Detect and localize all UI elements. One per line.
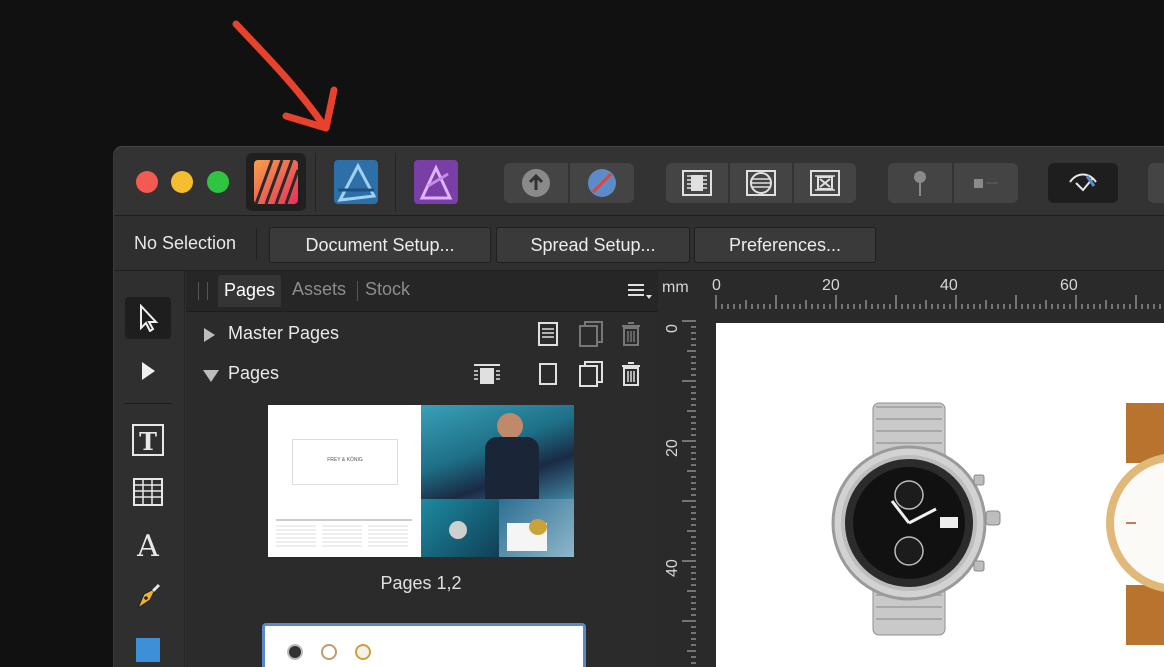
toggle-button[interactable] bbox=[954, 163, 1018, 203]
svg-text:A: A bbox=[136, 529, 159, 560]
table-icon bbox=[133, 478, 163, 506]
brand-text: FREY & KÖNIG bbox=[327, 457, 363, 463]
move-arrow-icon bbox=[140, 304, 159, 332]
hruler-label-0: 0 bbox=[712, 277, 721, 294]
text-frame-icon: T bbox=[132, 424, 164, 456]
designer-logo-icon bbox=[334, 160, 378, 204]
node-arrow-icon bbox=[142, 362, 155, 380]
annotation-arrow bbox=[232, 20, 338, 132]
silver-watch-image bbox=[831, 402, 1001, 636]
svg-text:T: T bbox=[139, 427, 157, 456]
share-upload-button[interactable] bbox=[504, 163, 568, 203]
close-window-button[interactable] bbox=[136, 171, 158, 193]
panel-tab-bar: Pages Assets Stock bbox=[186, 271, 658, 312]
circle-lines-icon bbox=[746, 170, 776, 196]
expand-triangle-icon[interactable] bbox=[202, 327, 216, 343]
tab-pages[interactable]: Pages bbox=[218, 275, 282, 307]
vertical-ruler bbox=[658, 309, 696, 667]
panel-grip-handle[interactable] bbox=[198, 282, 208, 300]
pen-nib-icon bbox=[136, 584, 160, 610]
publisher-logo-icon bbox=[254, 160, 298, 204]
clip-view-button[interactable] bbox=[730, 163, 792, 203]
duplicate-master-icon[interactable] bbox=[578, 321, 604, 347]
insert-pages-icon[interactable] bbox=[472, 361, 502, 387]
pages-panel: Pages Assets Stock Master Pages Pages FR… bbox=[186, 271, 658, 667]
preview-mode-button[interactable] bbox=[1048, 163, 1118, 203]
vruler-label-0: 0 bbox=[664, 324, 681, 333]
preview-icon bbox=[1069, 173, 1097, 192]
master-pages-section[interactable]: Master Pages bbox=[186, 317, 658, 351]
pin-icon bbox=[914, 171, 926, 196]
page-2-photo-bottom-left bbox=[421, 499, 499, 557]
disabled-flower-button[interactable] bbox=[570, 163, 634, 203]
page-view-button[interactable] bbox=[666, 163, 728, 203]
frame-x-icon bbox=[810, 170, 840, 196]
spread-caption: Pages 1,2 bbox=[380, 573, 462, 593]
toggle-icon bbox=[974, 179, 998, 188]
add-page-icon[interactable] bbox=[536, 361, 560, 387]
publisher-persona-button[interactable] bbox=[246, 153, 306, 211]
master-pages-label: Master Pages bbox=[228, 323, 340, 343]
rectangle-tool[interactable] bbox=[125, 627, 171, 667]
flower-disabled-icon bbox=[588, 169, 616, 197]
insert-master-icon[interactable] bbox=[536, 321, 560, 347]
designer-persona-button[interactable] bbox=[326, 153, 386, 211]
tools-panel: T A bbox=[114, 271, 185, 667]
frame-text-tool[interactable]: T bbox=[125, 419, 171, 461]
node-tool[interactable] bbox=[125, 351, 171, 393]
frame-view-button[interactable] bbox=[794, 163, 856, 203]
spread-setup-button[interactable]: Spread Setup... bbox=[496, 227, 690, 263]
gold-watch-image bbox=[1106, 403, 1164, 645]
zoom-window-button[interactable] bbox=[207, 171, 229, 193]
pages-section[interactable]: Pages bbox=[186, 357, 658, 391]
spread-thumbnail-pages-1-2[interactable]: FREY & KÖNIG bbox=[268, 405, 574, 557]
app-window: No Selection Document Setup... Spread Se… bbox=[113, 146, 1164, 667]
flower-up-icon bbox=[522, 169, 550, 197]
minimize-window-button[interactable] bbox=[171, 171, 193, 193]
selection-status: No Selection bbox=[134, 233, 237, 253]
watch-thumbnail-icons bbox=[287, 644, 371, 660]
canvas-area[interactable]: mm 0 20 40 60 0 20 40 bbox=[658, 271, 1164, 667]
page-2-photo-bottom-right bbox=[499, 499, 574, 557]
pen-tool[interactable] bbox=[125, 575, 171, 617]
photo-persona-button[interactable] bbox=[406, 153, 466, 211]
hruler-label-60: 60 bbox=[1060, 277, 1078, 294]
page-1-thumbnail: FREY & KÖNIG bbox=[268, 405, 421, 557]
artistic-text-tool[interactable]: A bbox=[125, 523, 171, 565]
pages-label: Pages bbox=[228, 363, 280, 383]
hruler-label-40: 40 bbox=[940, 277, 958, 294]
collapse-triangle-icon[interactable] bbox=[202, 369, 220, 383]
delete-master-icon[interactable] bbox=[620, 321, 642, 347]
panel-menu-icon[interactable] bbox=[626, 281, 652, 306]
more-toolbar-button[interactable] bbox=[1148, 163, 1164, 203]
pin-button[interactable] bbox=[888, 163, 952, 203]
spread-thumbnail-selected[interactable] bbox=[262, 623, 586, 667]
page-lines-icon bbox=[682, 170, 712, 196]
tab-assets[interactable]: Assets bbox=[292, 279, 346, 300]
document-setup-button[interactable]: Document Setup... bbox=[269, 227, 491, 263]
context-toolbar: No Selection Document Setup... Spread Se… bbox=[114, 216, 1164, 271]
delete-page-icon[interactable] bbox=[620, 361, 642, 387]
tab-stock[interactable]: Stock bbox=[365, 279, 410, 300]
letter-a-icon: A bbox=[136, 529, 159, 560]
hruler-label-20: 20 bbox=[822, 277, 840, 294]
ruler-units: mm bbox=[662, 279, 689, 296]
page-2-photo-top bbox=[421, 405, 574, 499]
vruler-label-40: 40 bbox=[664, 559, 681, 577]
horizontal-ruler bbox=[698, 271, 1164, 309]
rectangle-icon bbox=[136, 638, 160, 662]
move-tool[interactable] bbox=[125, 297, 171, 339]
document-page[interactable] bbox=[716, 323, 1164, 667]
preferences-button[interactable]: Preferences... bbox=[694, 227, 876, 263]
duplicate-page-icon[interactable] bbox=[578, 361, 604, 387]
table-tool[interactable] bbox=[125, 471, 171, 513]
photo-logo-icon bbox=[414, 160, 458, 204]
title-bar bbox=[114, 147, 1164, 216]
vruler-label-20: 20 bbox=[664, 439, 681, 457]
watch-image[interactable] bbox=[716, 323, 1164, 663]
